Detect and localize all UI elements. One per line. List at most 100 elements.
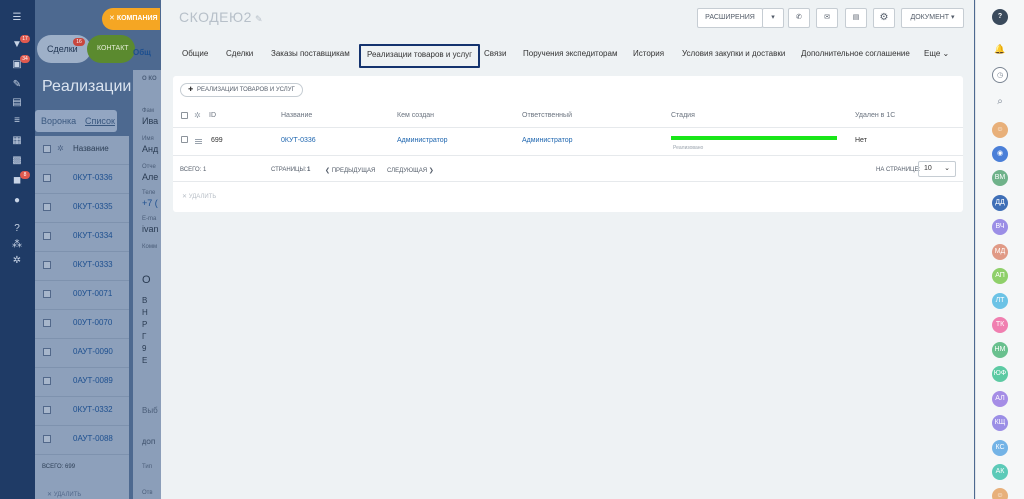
bg-list-item[interactable]: 0АУТ-0090 (35, 339, 129, 368)
tab-additional-agreement[interactable]: Дополнительное соглашение (801, 49, 910, 58)
bg-list-item-link[interactable]: 0АУТ-0089 (73, 376, 113, 385)
user-avatar[interactable]: ЮФ (992, 366, 1008, 382)
column-id[interactable]: ID (209, 112, 216, 119)
grid-settings-icon[interactable]: ✲ (194, 111, 201, 120)
user-avatar[interactable]: АП (992, 268, 1008, 284)
bg-checkbox[interactable] (43, 174, 51, 182)
chat-icon[interactable]: ▤ (845, 8, 867, 28)
user-avatar[interactable]: МД (992, 243, 1008, 260)
help-circle-icon[interactable]: ? (992, 9, 1008, 25)
bg-checkbox[interactable] (43, 290, 51, 298)
select-all-checkbox[interactable] (181, 112, 188, 119)
bg-list-item-link[interactable]: 00УТ-0070 (73, 318, 112, 327)
delete-button[interactable]: ✕ УДАЛИТЬ (182, 193, 216, 200)
bg-checkbox[interactable] (43, 145, 51, 153)
row-checkbox[interactable] (181, 136, 188, 143)
user-avatar[interactable]: ДД (992, 194, 1008, 211)
bg-checkbox[interactable] (43, 319, 51, 327)
extensions-dropdown-icon[interactable]: ▾ (762, 8, 784, 28)
phone-icon[interactable]: ✆ (788, 8, 810, 28)
cell-created-by-link[interactable]: Администратор (397, 137, 448, 144)
bg-checkbox[interactable] (43, 348, 51, 356)
bg-checkbox[interactable] (43, 203, 51, 211)
bg-checkbox[interactable] (43, 261, 51, 269)
cell-name-link[interactable]: 0КУТ-0336 (281, 137, 316, 144)
bg-list-item-link[interactable]: 0КУТ-0336 (73, 173, 113, 182)
column-name[interactable]: Название (281, 112, 312, 119)
chat-icon[interactable]: ▤ (11, 98, 23, 108)
sitemap-icon[interactable]: ⁂ (11, 240, 23, 250)
menu-icon[interactable]: ☰ (11, 13, 23, 23)
bg-gear-icon[interactable]: ✲ (57, 144, 64, 153)
group-avatar[interactable]: ☺ (992, 122, 1008, 138)
column-responsible[interactable]: Ответственный (522, 112, 572, 119)
mail-icon[interactable]: ✉ (816, 8, 838, 28)
bg-checkbox[interactable] (43, 406, 51, 414)
user-avatar[interactable]: КС (992, 439, 1008, 456)
help-icon[interactable]: ? (11, 224, 23, 234)
bg-list-item[interactable]: 0КУТ-0332 (35, 397, 129, 426)
search-icon[interactable]: ⌕ (992, 94, 1008, 110)
bg-list-item-link[interactable]: 0КУТ-0333 (73, 260, 113, 269)
chrome-like-icon[interactable]: ◉ (992, 146, 1008, 162)
user-avatar[interactable]: ВЧ (992, 219, 1008, 235)
contacts-icon[interactable]: ▩ (11, 156, 23, 166)
user-avatar[interactable]: ТК (992, 317, 1008, 333)
bg-view-funnel[interactable]: Воронка (41, 116, 76, 126)
list-icon[interactable]: ≡ (11, 116, 23, 126)
tab-deals[interactable]: Сделки (226, 49, 253, 58)
user-avatar[interactable]: ВМ (992, 170, 1008, 186)
bg-list-item[interactable]: 0КУТ-0333 (35, 252, 129, 281)
row-menu-icon[interactable] (195, 139, 202, 144)
user-avatar[interactable]: АЛ (992, 390, 1008, 407)
column-deleted-1c[interactable]: Удален в 1С (855, 112, 895, 119)
document-button[interactable]: ДОКУМЕНТ ▾ (901, 8, 964, 28)
bell-icon[interactable]: 🔔 (992, 41, 1008, 57)
settings-icon[interactable]: ✲ (11, 256, 23, 266)
bg-list-item[interactable]: 0КУТ-0334 (35, 223, 129, 252)
edit-pencil-icon[interactable]: ✎ (255, 14, 263, 24)
column-created-by[interactable]: Кем создан (397, 112, 434, 119)
bg-list-item-link[interactable]: 0КУТ-0334 (73, 231, 113, 240)
bg-checkbox[interactable] (43, 435, 51, 443)
tab-general[interactable]: Общие (182, 49, 208, 58)
down-circle-icon[interactable]: ● (11, 196, 23, 206)
clock-icon[interactable]: ◷ (992, 67, 1008, 83)
next-page-button[interactable]: СЛЕДУЮЩАЯ ❯ (387, 167, 434, 174)
bg-list-item-link[interactable]: 0КУТ-0332 (73, 405, 113, 414)
cell-responsible-link[interactable]: Администратор (522, 137, 573, 144)
user-avatar[interactable]: ЛТ (992, 292, 1008, 309)
extensions-button[interactable]: РАСШИРЕНИЯ (697, 8, 763, 28)
user-avatar[interactable]: НМ (992, 341, 1008, 358)
puzzle-icon[interactable]: ✎ (11, 80, 23, 90)
tab-forwarder-orders[interactable]: Поручения экспедиторам (523, 49, 617, 58)
column-stage[interactable]: Стадия (671, 112, 695, 119)
prev-page-button[interactable]: ❮ ПРЕДЫДУЩАЯ (325, 167, 375, 174)
tab-links[interactable]: Связи (484, 49, 506, 58)
tab-history[interactable]: История (633, 49, 664, 58)
user-avatar[interactable]: АК (992, 464, 1008, 480)
bg-list-item-link[interactable]: 00УТ-0071 (73, 289, 112, 298)
add-sale-button[interactable]: ✚ РЕАЛИЗАЦИИ ТОВАРОВ И УСЛУГ (180, 83, 303, 97)
per-page-select[interactable]: 10 ⌄ (918, 161, 956, 177)
bg-list-item[interactable]: 00УТ-0070 (35, 310, 129, 339)
bg-checkbox[interactable] (43, 232, 51, 240)
tab-supplier-orders[interactable]: Заказы поставщикам (271, 49, 350, 58)
bg-list-item-link[interactable]: 0КУТ-0335 (73, 202, 113, 211)
bg-list-item[interactable]: 0КУТ-0335 (35, 194, 129, 223)
settings-gear-icon[interactable]: ⚙ (873, 8, 895, 28)
group-avatar[interactable]: ☺ (992, 488, 1008, 499)
tab-more[interactable]: Еще ⌄ (924, 49, 949, 58)
bg-list-item[interactable]: 0АУТ-0089 (35, 368, 129, 397)
user-avatar[interactable]: КЩ (992, 415, 1008, 431)
bg-list-item-link[interactable]: 0АУТ-0088 (73, 434, 113, 443)
current-page[interactable]: 1 (307, 167, 310, 173)
calendar-icon[interactable]: ▦ (11, 136, 23, 146)
bg-list-item[interactable]: 00УТ-0071 (35, 281, 129, 310)
bg-list-item-link[interactable]: 0АУТ-0090 (73, 347, 113, 356)
company-button[interactable]: ✕ КОМПАНИЯ (102, 8, 160, 30)
bg-tab-contact[interactable]: КОНТАКТ (87, 35, 135, 63)
bg-list-item[interactable]: 0АУТ-0088 (35, 426, 129, 455)
bg-list-item[interactable]: 0КУТ-0336 (35, 165, 129, 194)
tab-sales[interactable]: Реализации товаров и услуг (359, 44, 481, 68)
